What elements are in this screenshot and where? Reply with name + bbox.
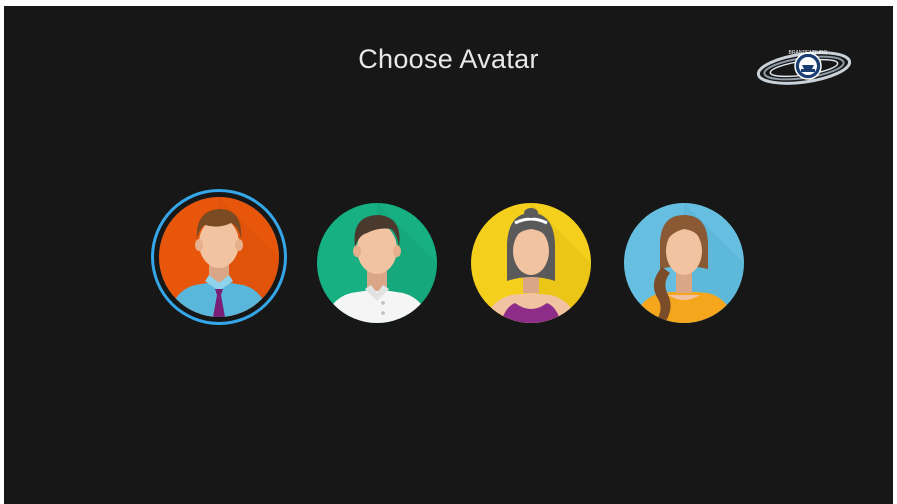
avatar-option-man-business[interactable] [159,197,279,317]
avatar-selection-screen: Choose Avatar BRANDENBURG [4,6,893,504]
avatar-list [4,6,893,504]
avatar-option-woman-sport[interactable] [471,203,591,323]
avatar-option-woman-casual[interactable] [624,203,744,323]
avatar-option-man-casual[interactable] [317,203,437,323]
